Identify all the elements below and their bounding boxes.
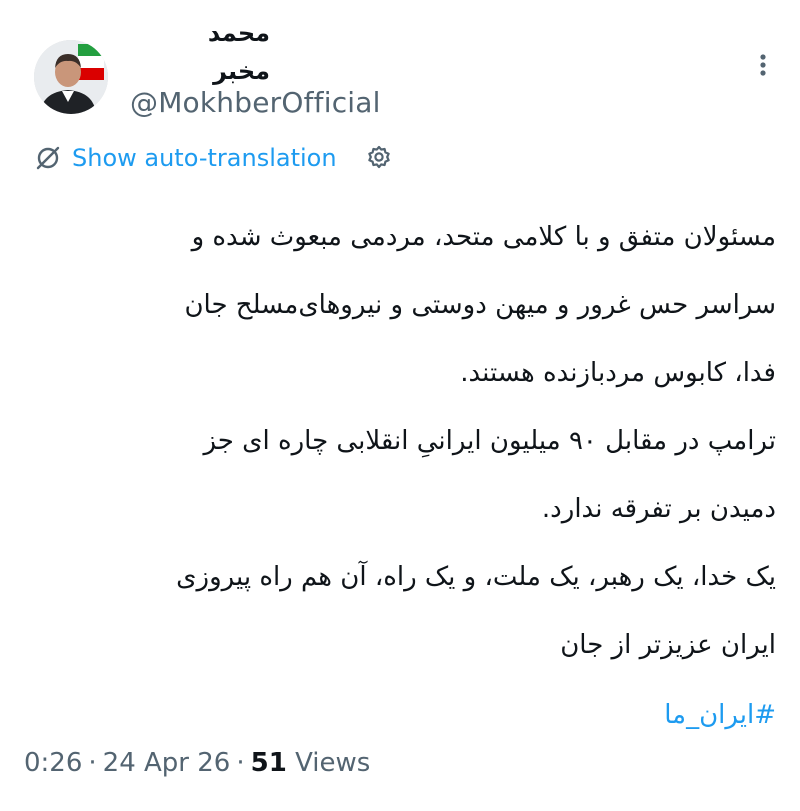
user-handle[interactable]: @MokhberOfficial [130,86,381,119]
hashtag-link[interactable]: #ایران_ما [20,681,776,749]
show-translation-link[interactable]: Show auto-translation [72,144,337,172]
tweet-time[interactable]: 0:26 [24,748,82,778]
tweet-meta: 0:26 · 24 Apr 26 · 51 Views [24,748,370,778]
views-label: Views [295,748,371,778]
tweet-line: مسئولان متفق و با کلامی متحد، مردمی مبعو… [191,222,776,252]
display-name-line1: محمد [207,19,270,47]
tweet-page: محمد مخبر @MokhberOfficial Show auto-tra… [0,0,800,811]
avatar-image [34,40,108,114]
tweet-date[interactable]: 24 Apr 26 [103,748,231,778]
views-count: 51 [250,748,287,778]
tweet-line: سراسر حس غرور و میهن دوستی و نیروهای‌مسل… [184,290,776,320]
translate-slash-icon [34,144,62,172]
display-name-line2: مخبر [213,57,270,85]
more-options-button[interactable] [748,50,778,80]
more-dots-icon [760,54,766,76]
tweet-line: یک خدا، یک رهبر، یک ملت، و یک راه، آن هم… [176,562,776,592]
tweet-line: ترامپ در مقابل ۹۰ میلیون ایرانیِ انقلابی… [203,426,776,456]
translation-row: Show auto-translation [34,140,393,176]
tweet-line: دمیدن بر تفرقه ندارد. [541,494,776,524]
display-name[interactable]: محمد مخبر [150,14,270,90]
tweet-line: ایران عزیزتر از جان [560,630,776,660]
tweet-line: فدا، کابوس مردبازنده هستند. [460,358,776,388]
separator-dot: · [236,748,245,778]
gear-icon[interactable] [365,144,393,172]
avatar[interactable] [34,40,108,114]
tweet-text: مسئولان متفق و با کلامی متحد، مردمی مبعو… [20,203,776,749]
separator-dot: · [88,748,97,778]
